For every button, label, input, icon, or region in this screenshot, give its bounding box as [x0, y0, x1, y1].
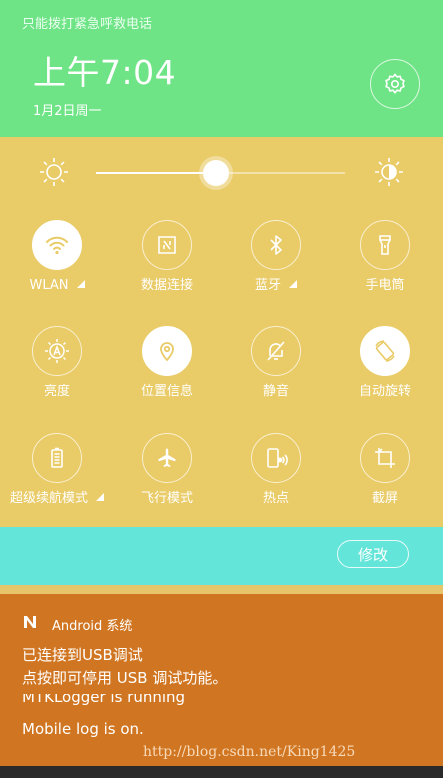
quick-settings-panel: WLAN 数据连接 蓝牙 手电筒亮度 位置信息 静音 自动旋转超级续航模式 飞行模式 热点 截屏	[0, 137, 443, 527]
settings-button[interactable]	[370, 59, 420, 109]
tile-label: 蓝牙	[226, 278, 326, 294]
tile-mute[interactable]: 静音	[226, 326, 326, 400]
tile-label-text: 蓝牙	[254, 278, 281, 293]
brightness-slider-fill	[96, 172, 216, 174]
tile-screenshot[interactable]: 截屏	[335, 433, 435, 507]
tile-airplane[interactable]: 飞行模式	[117, 433, 217, 507]
mobile-log-status: Mobile log is on.	[22, 720, 144, 738]
battery-saver-icon	[45, 446, 69, 470]
watermark-text: http://blog.csdn.net/King1425	[143, 744, 356, 760]
airplane-icon	[155, 446, 179, 470]
status-header: 只能拨打紧急呼救电话 上午7:04 1月2日周一	[0, 0, 443, 137]
brightness-slider-thumb[interactable]	[202, 160, 229, 186]
tile-toggle-circle[interactable]	[360, 433, 410, 483]
brightness-low-icon	[38, 156, 70, 192]
tile-label-text: 自动旋转	[358, 384, 411, 399]
bottom-edge	[0, 766, 443, 778]
auto-rotate-icon	[371, 337, 399, 365]
tile-label: 数据连接	[117, 278, 217, 294]
tile-label-text: 数据连接	[140, 278, 193, 293]
tile-label-text: 位置信息	[140, 384, 193, 399]
tile-bluetooth[interactable]: 蓝牙	[226, 220, 326, 294]
wifi-icon	[44, 232, 70, 258]
expand-corner-icon[interactable]	[96, 493, 104, 501]
tile-label: 亮度	[7, 384, 107, 400]
clock-time[interactable]: 上午7:04	[33, 46, 176, 94]
notification-title: 已连接到USB调试	[22, 646, 143, 664]
quick-settings-screen: 只能拨打紧急呼救电话 上午7:04 1月2日周一 WLAN 数据连接 蓝牙 手电…	[0, 0, 443, 778]
mobile-data-icon	[155, 233, 179, 257]
hotspot-icon	[263, 445, 289, 471]
notification-text: 点按即可停用 USB 调试功能。	[22, 669, 228, 687]
tile-label-text: WLAN	[29, 278, 69, 293]
tile-toggle-circle[interactable]	[32, 433, 82, 483]
tile-label-text: 热点	[262, 491, 289, 506]
tile-toggle-circle[interactable]	[32, 220, 82, 270]
tile-label: 飞行模式	[117, 491, 217, 507]
tile-label-text: 超级续航模式	[9, 491, 88, 506]
notification-app-name: Android 系统	[52, 619, 133, 634]
mtklogger-notification-partial[interactable]: MTKLogger is running	[22, 694, 185, 708]
tile-label: WLAN	[7, 278, 107, 294]
tile-battery-saver[interactable]: 超级续航模式	[7, 433, 107, 507]
auto-brightness-icon	[43, 337, 71, 365]
mute-icon	[264, 339, 288, 363]
screenshot-icon	[373, 446, 397, 470]
tile-toggle-circle[interactable]	[32, 326, 82, 376]
flashlight-icon	[373, 233, 397, 257]
brightness-slider[interactable]	[96, 160, 345, 186]
tile-label: 自动旋转	[335, 384, 435, 400]
tile-label-text: 亮度	[43, 384, 70, 399]
tile-label: 超级续航模式	[7, 491, 107, 507]
edit-bar: 修改	[0, 527, 443, 585]
tile-label-text: 手电筒	[365, 278, 405, 293]
tile-label-text: 截屏	[371, 491, 398, 506]
tile-label-text: 静音	[262, 384, 289, 399]
tile-location[interactable]: 位置信息	[117, 326, 217, 400]
divider	[0, 585, 443, 594]
expand-corner-icon[interactable]	[289, 280, 297, 288]
tile-flashlight[interactable]: 手电筒	[335, 220, 435, 294]
tile-toggle-circle[interactable]	[142, 326, 192, 376]
tile-toggle-circle[interactable]	[360, 220, 410, 270]
tile-label: 静音	[226, 384, 326, 400]
tile-toggle-circle[interactable]	[251, 220, 301, 270]
android-n-icon	[22, 614, 40, 633]
usb-debugging-notification[interactable]: Android 系统 已连接到USB调试 点按即可停用 USB 调试功能。 MT…	[0, 594, 443, 766]
tile-auto-rotate[interactable]: 自动旋转	[335, 326, 435, 400]
edit-button[interactable]: 修改	[337, 540, 409, 568]
tile-toggle-circle[interactable]	[251, 433, 301, 483]
tile-toggle-circle[interactable]	[142, 433, 192, 483]
tile-label: 位置信息	[117, 384, 217, 400]
location-icon	[155, 339, 179, 363]
tile-label: 热点	[226, 491, 326, 507]
brightness-high-icon	[373, 156, 405, 192]
tile-label-text: 飞行模式	[140, 491, 193, 506]
gear-icon	[385, 73, 405, 94]
tile-mobile-data[interactable]: 数据连接	[117, 220, 217, 294]
tile-hotspot[interactable]: 热点	[226, 433, 326, 507]
tile-auto-brightness[interactable]: 亮度	[7, 326, 107, 400]
tile-toggle-circle[interactable]	[251, 326, 301, 376]
bluetooth-icon	[264, 233, 288, 257]
tile-toggle-circle[interactable]	[360, 326, 410, 376]
expand-corner-icon[interactable]	[76, 280, 85, 288]
emergency-calls-only-text: 只能拨打紧急呼救电话	[22, 17, 153, 32]
tile-wifi[interactable]: WLAN	[7, 220, 107, 294]
tile-label: 手电筒	[335, 278, 435, 294]
clock-date[interactable]: 1月2日周一	[33, 100, 102, 119]
tile-toggle-circle[interactable]	[142, 220, 192, 270]
tile-label: 截屏	[335, 491, 435, 507]
